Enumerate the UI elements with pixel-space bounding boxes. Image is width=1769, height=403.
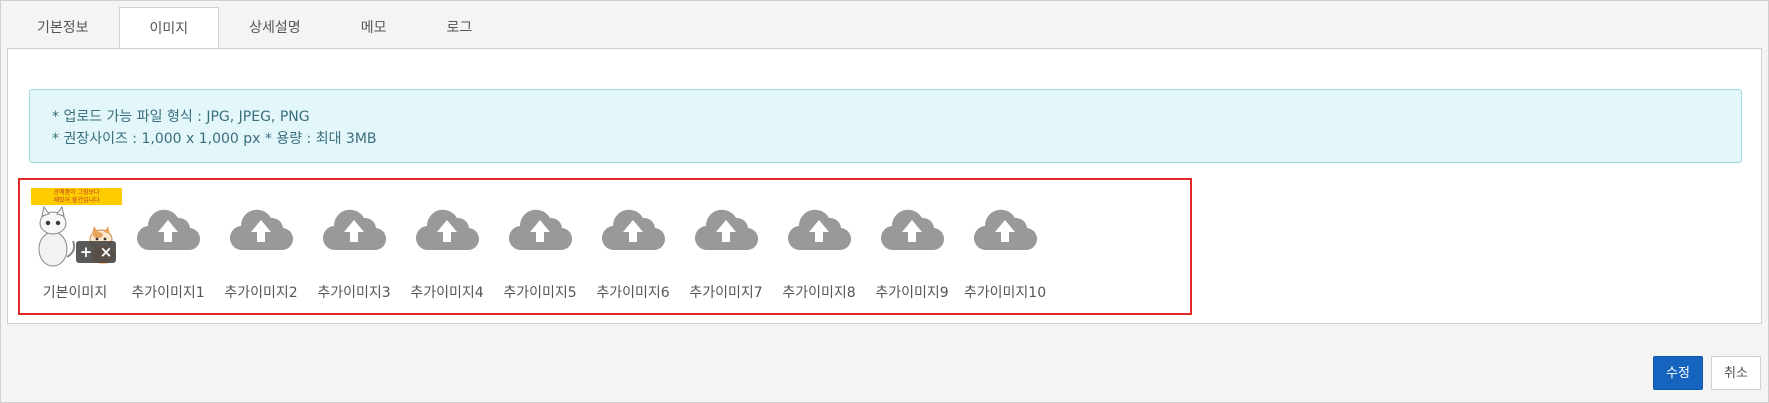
main-image-thumb[interactable]: 공예품이 그림보다 재밌어 물건입니다 + × xyxy=(29,188,122,268)
image-panel: * 업로드 가능 파일 형식 : JPG, JPEG, PNG * 권장사이즈 … xyxy=(7,48,1762,324)
main-image-slot: 공예품이 그림보다 재밌어 물건입니다 + × 기본이미지 xyxy=(25,188,125,302)
cloud-upload-icon[interactable] xyxy=(136,206,200,254)
extra-image-label: 추가이미지6 xyxy=(596,285,670,301)
save-button[interactable]: 수정 xyxy=(1653,356,1703,390)
extra-image-thumb xyxy=(773,188,865,268)
extra-image-label: 추가이미지3 xyxy=(317,285,391,301)
extra-image-slot: 추가이미지7 xyxy=(676,188,776,302)
tab-basic-info[interactable]: 기본정보 xyxy=(7,7,119,49)
extra-image-slot: 추가이미지2 xyxy=(211,188,311,302)
extra-image-label: 추가이미지8 xyxy=(782,285,856,301)
cloud-upload-icon[interactable] xyxy=(694,206,758,254)
extra-image-label: 추가이미지1 xyxy=(131,285,205,301)
extra-image-slot: 추가이미지8 xyxy=(769,188,869,302)
extra-image-thumb xyxy=(308,188,400,268)
cloud-upload-icon[interactable] xyxy=(601,206,665,254)
extra-image-label: 추가이미지5 xyxy=(503,285,577,301)
extra-image-slot: 추가이미지9 xyxy=(862,188,962,302)
extra-image-label: 추가이미지4 xyxy=(410,285,484,301)
cloud-upload-icon[interactable] xyxy=(229,206,293,254)
extra-image-thumb xyxy=(680,188,772,268)
extra-image-thumb xyxy=(959,188,1051,268)
cloud-upload-icon[interactable] xyxy=(880,206,944,254)
tab-memo[interactable]: 메모 xyxy=(331,7,417,49)
extra-image-thumb xyxy=(866,188,958,268)
preview-banner-line1: 공예품이 그림보다 xyxy=(53,189,100,196)
extra-image-thumb xyxy=(494,188,586,268)
extra-image-label: 추가이미지9 xyxy=(875,285,949,301)
cloud-upload-icon[interactable] xyxy=(508,206,572,254)
extra-image-label: 추가이미지10 xyxy=(963,285,1047,301)
image-upload-group: 공예품이 그림보다 재밌어 물건입니다 + × 기본이미지 추가이미지1 추가이… xyxy=(18,178,1192,315)
extra-image-thumb xyxy=(122,188,214,268)
extra-image-slot: 추가이미지3 xyxy=(304,188,404,302)
upload-notice: * 업로드 가능 파일 형식 : JPG, JPEG, PNG * 권장사이즈 … xyxy=(29,89,1742,163)
tab-image[interactable]: 이미지 xyxy=(118,7,220,50)
cloud-upload-icon[interactable] xyxy=(973,206,1037,254)
extra-image-label: 추가이미지2 xyxy=(224,285,298,301)
cloud-upload-icon[interactable] xyxy=(415,206,479,254)
preview-banner-line2: 재밌어 물건입니다 xyxy=(53,197,100,204)
cloud-upload-icon[interactable] xyxy=(787,206,851,254)
window-frame: 기본정보 이미지 상세설명 메모 로그 * 업로드 가능 파일 형식 : JPG… xyxy=(0,0,1769,403)
extra-image-slot: 추가이미지10 xyxy=(955,188,1055,302)
main-image-actions: + × xyxy=(76,241,116,263)
extra-image-thumb xyxy=(401,188,493,268)
notice-file-types: * 업로드 가능 파일 형식 : JPG, JPEG, PNG xyxy=(52,109,310,125)
extra-image-thumb xyxy=(587,188,679,268)
tab-detail-description[interactable]: 상세설명 xyxy=(219,7,331,49)
tab-bar: 기본정보 이미지 상세설명 메모 로그 xyxy=(7,1,502,50)
add-image-icon[interactable]: + xyxy=(80,241,93,263)
main-image-label: 기본이미지 xyxy=(42,285,108,301)
remove-image-icon[interactable]: × xyxy=(100,241,113,263)
extra-image-slot: 추가이미지1 xyxy=(118,188,218,302)
extra-image-thumb xyxy=(215,188,307,268)
extra-image-slot: 추가이미지4 xyxy=(397,188,497,302)
preview-banner: 공예품이 그림보다 재밌어 물건입니다 xyxy=(31,188,122,205)
extra-image-slot: 추가이미지6 xyxy=(583,188,683,302)
tab-log[interactable]: 로그 xyxy=(416,7,502,49)
extra-image-label: 추가이미지7 xyxy=(689,285,763,301)
cancel-button[interactable]: 취소 xyxy=(1711,356,1761,390)
cloud-upload-icon[interactable] xyxy=(322,206,386,254)
notice-size-limit: * 권장사이즈 : 1,000 x 1,000 px * 용량 : 최대 3MB xyxy=(52,131,377,147)
extra-image-slot: 추가이미지5 xyxy=(490,188,590,302)
